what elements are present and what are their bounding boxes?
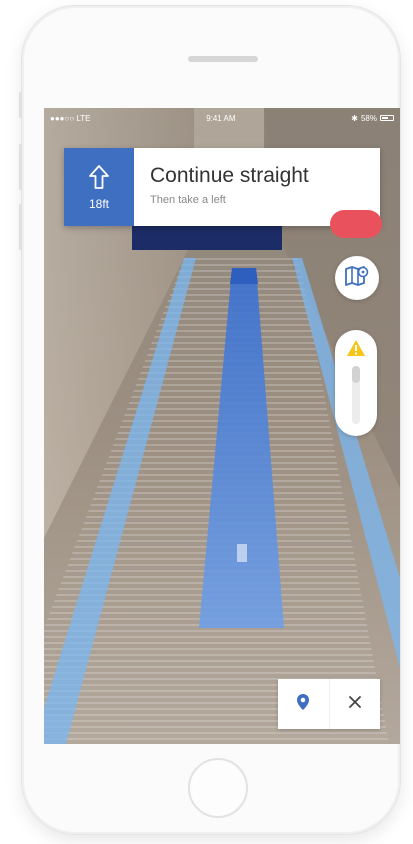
battery-icon	[379, 115, 394, 121]
earpiece-speaker	[188, 56, 258, 62]
distance-label: 18ft	[88, 196, 109, 211]
alert-pill[interactable]	[330, 210, 382, 238]
arrow-up-icon	[88, 164, 110, 195]
location-pin-icon	[296, 693, 310, 716]
instruction-title: Continue straight	[150, 164, 309, 187]
slider-thumb[interactable]	[352, 366, 360, 383]
carrier-signal: ●●●○○ LTE	[50, 113, 91, 123]
volume-down-button	[19, 204, 22, 250]
location-button[interactable]	[278, 679, 329, 729]
warning-triangle-icon	[346, 339, 366, 362]
close-button[interactable]	[328, 679, 381, 729]
status-time: 9:41 AM	[206, 113, 236, 123]
battery-percent: 58%	[360, 113, 377, 123]
home-button[interactable]	[188, 758, 248, 818]
warning-slider[interactable]	[335, 330, 377, 436]
mute-switch	[19, 92, 22, 118]
map-button[interactable]	[335, 256, 379, 300]
direction-panel: 18ft	[64, 148, 134, 226]
next-step-text: Then take a left	[150, 194, 226, 206]
status-bar: ●●●○○ LTE 9:41 AM ✱ 58%	[44, 108, 400, 128]
close-icon	[348, 695, 362, 714]
map-icon	[344, 264, 370, 293]
volume-up-button	[19, 144, 22, 190]
ar-camera-view: ●●●○○ LTE 9:41 AM ✱ 58% 18ft Continue st…	[44, 108, 400, 744]
bluetooth-icon: ✱	[351, 113, 358, 123]
bottom-action-bar	[278, 679, 380, 729]
